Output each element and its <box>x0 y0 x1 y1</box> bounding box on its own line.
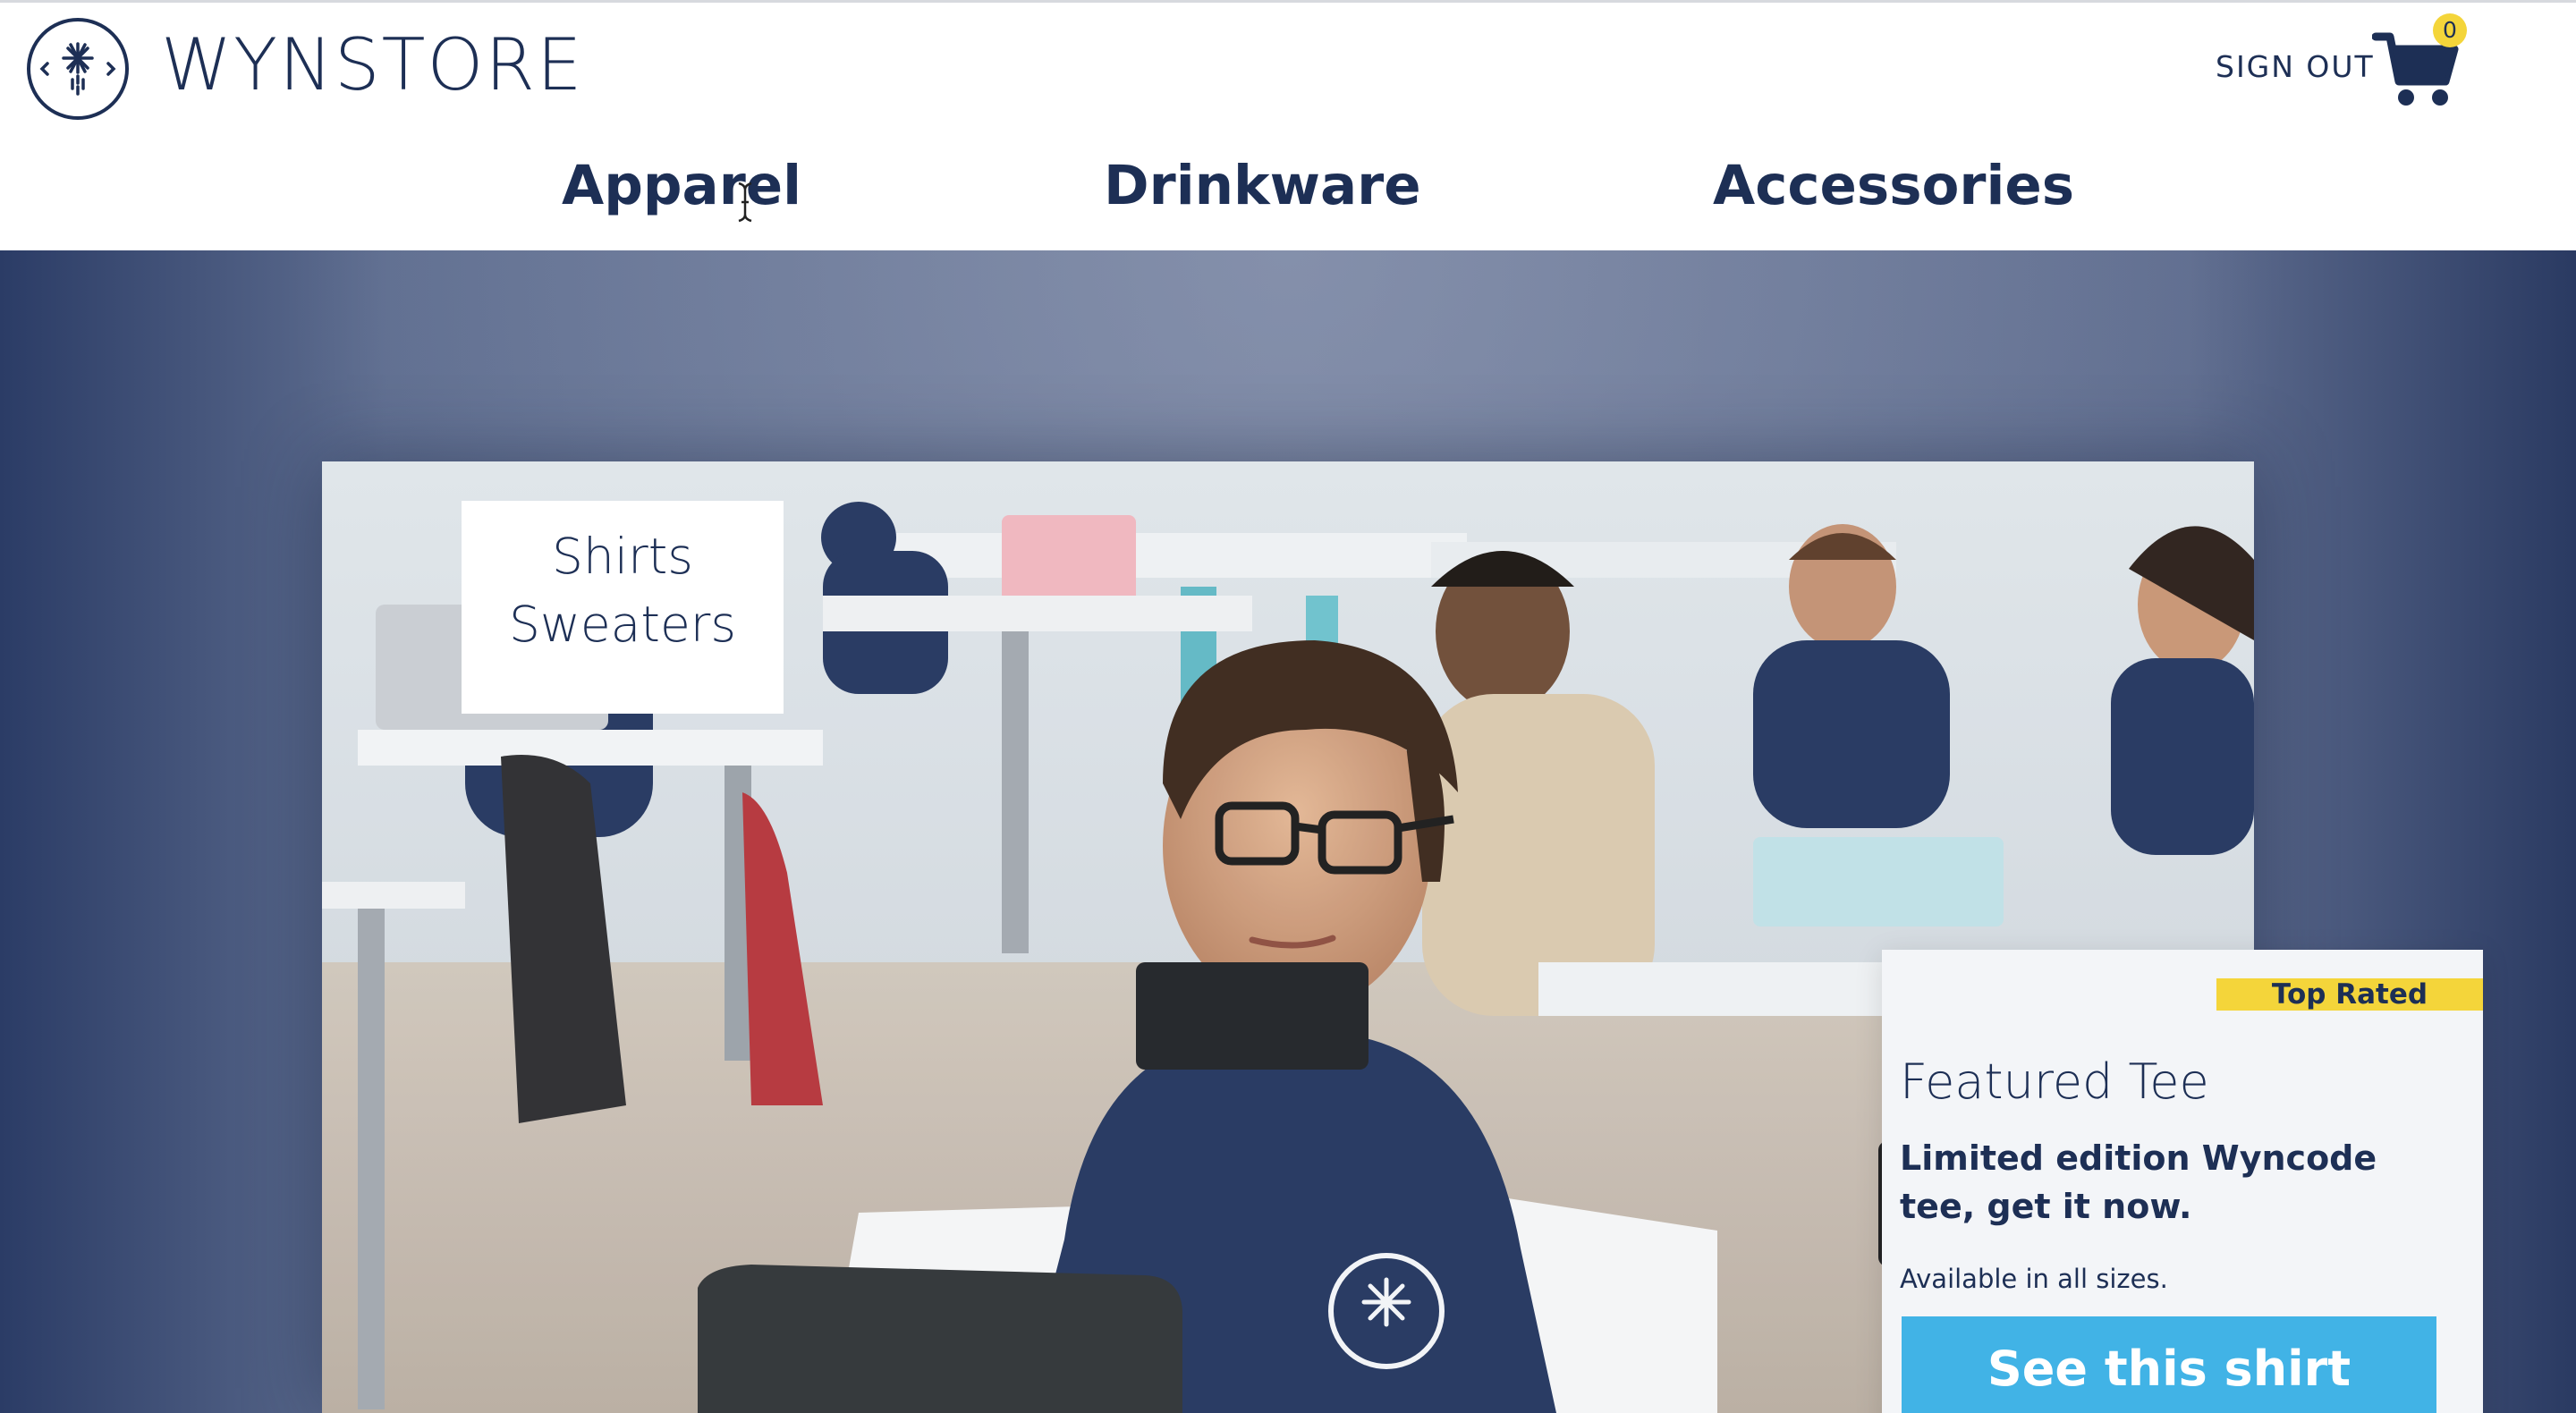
apparel-dropdown-menu: Shirts Sweaters <box>462 501 784 714</box>
featured-note: Available in all sizes. <box>1900 1264 2168 1294</box>
featured-subtitle: Limited edition Wyncode tee, get it now. <box>1900 1138 2377 1226</box>
text-cursor-icon <box>737 182 753 223</box>
brand-name[interactable]: WYNSTORE <box>161 21 584 110</box>
featured-title: Featured Tee <box>1900 1053 2209 1110</box>
see-this-shirt-button[interactable]: See this shirt <box>1902 1316 2436 1413</box>
nav-item-accessories[interactable]: Accessories <box>1713 146 2074 226</box>
top-rated-badge: Top Rated <box>2216 978 2483 1011</box>
dropdown-item-sweaters[interactable]: Sweaters <box>462 590 784 658</box>
sign-out-link[interactable]: SIGN OUT <box>2216 47 2375 87</box>
hero-section: Shirts Sweaters Top Rated Featured Tee L… <box>0 250 2576 1413</box>
nav-item-apparel[interactable]: Apparel <box>562 146 801 226</box>
featured-card: Top Rated Featured Tee Limited edition W… <box>1882 950 2483 1413</box>
site-header: WYNSTORE SIGN OUT 0 Apparel Drinkware Ac… <box>0 3 2576 250</box>
nav-item-drinkware[interactable]: Drinkware <box>1104 146 1421 226</box>
cart-count-badge: 0 <box>2433 13 2467 47</box>
dropdown-item-shirts[interactable]: Shirts <box>462 522 784 590</box>
logo-icon[interactable] <box>26 17 130 121</box>
